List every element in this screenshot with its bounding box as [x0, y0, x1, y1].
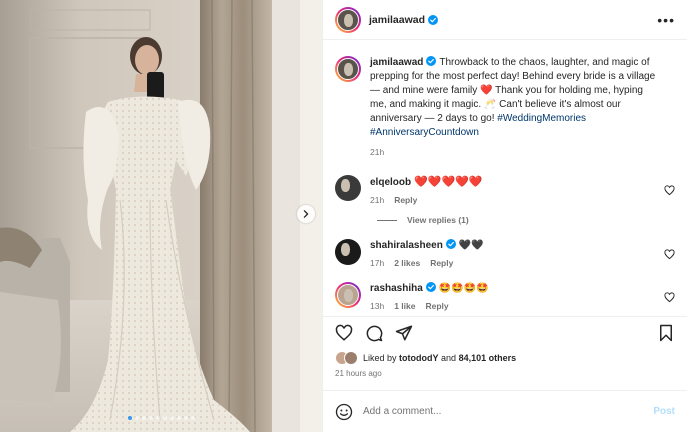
comment-input[interactable] [363, 406, 654, 417]
chevron-right-icon [303, 210, 309, 218]
liker-avatars[interactable] [335, 351, 358, 365]
comment-time: 21h [370, 195, 385, 205]
reply-button[interactable]: Reply [430, 258, 453, 268]
verified-badge-icon [426, 56, 437, 66]
next-slide-button[interactable] [297, 205, 315, 223]
comment-item: shahiralasheen 🖤🖤 17h 2 likes Reply [335, 239, 675, 268]
carousel-indicators [0, 416, 322, 420]
author-avatar[interactable] [335, 6, 361, 33]
carousel-dot [134, 416, 139, 420]
caption-time: 21h [370, 147, 385, 157]
comment-username[interactable]: shahiralasheen [370, 240, 443, 251]
carousel-dot [155, 416, 160, 420]
comment-text: 🤩🤩🤩🤩 [438, 283, 489, 294]
post-side-panel: jamilaawad ••• jamilaawad Throwback to th… [322, 0, 687, 432]
caption: jamilaawad Throwback to the chaos, laught… [335, 56, 675, 157]
more-options-icon[interactable]: ••• [657, 13, 675, 27]
verified-badge-icon [425, 282, 436, 292]
liker-username[interactable]: totododY [399, 353, 439, 363]
comment-username[interactable]: elqeloob [370, 177, 411, 188]
instagram-post: jamilaawad ••• jamilaawad Throwback to th… [0, 0, 687, 432]
comment-item: elqeloob ❤️❤️❤️❤️❤️ 21h Reply [335, 175, 675, 205]
comment-time: 17h [370, 258, 385, 268]
likes-text[interactable]: Liked by totododY and 84,101 others [363, 353, 516, 363]
carousel-dot [148, 416, 153, 420]
comment-text: 🖤🖤 [458, 240, 484, 251]
carousel-dot [176, 416, 181, 420]
post-timestamp[interactable]: 21 hours ago [323, 368, 687, 384]
comment-item: rashashiha 🤩🤩🤩🤩 13h 1 like Reply [335, 282, 675, 311]
reply-button[interactable]: Reply [394, 195, 417, 205]
bookmark-icon[interactable] [657, 324, 675, 342]
caption-text: jamilaawad Throwback to the chaos, laught… [370, 56, 657, 140]
heart-icon[interactable] [664, 292, 675, 303]
commenter-avatar[interactable] [335, 239, 361, 265]
post-comment-button[interactable]: Post [653, 406, 675, 417]
caption-username[interactable]: jamilaawad [370, 57, 423, 68]
carousel-dot [169, 416, 174, 420]
caption-avatar[interactable] [335, 56, 361, 82]
post-photo [0, 0, 322, 432]
heart-icon[interactable] [664, 249, 675, 260]
comment-text: ❤️❤️❤️❤️❤️ [414, 176, 483, 188]
share-icon[interactable] [395, 324, 413, 342]
comment-likes[interactable]: 2 likes [394, 258, 420, 268]
post-actions [323, 316, 687, 348]
reply-button[interactable]: Reply [425, 301, 448, 311]
carousel-dot [183, 416, 188, 420]
view-replies-button[interactable]: View replies (1) [377, 215, 675, 225]
emoji-icon[interactable] [335, 403, 353, 421]
carousel-dot [162, 416, 167, 420]
likes-summary: Liked by totododY and 84,101 others [323, 348, 687, 368]
comment-icon[interactable] [365, 324, 383, 342]
comment-username[interactable]: rashashiha [370, 283, 423, 294]
comment-likes[interactable]: 1 like [394, 301, 415, 311]
add-comment-bar: Post [323, 390, 687, 432]
heart-icon[interactable] [335, 324, 353, 342]
commenter-avatar[interactable] [335, 282, 361, 308]
comments-section: jamilaawad Throwback to the chaos, laught… [323, 40, 687, 316]
commenter-avatar[interactable] [335, 175, 361, 201]
verified-badge-icon [445, 239, 456, 249]
heart-icon[interactable] [664, 185, 675, 196]
author-username[interactable]: jamilaawad [369, 14, 425, 26]
comment-time: 13h [370, 301, 385, 311]
post-header: jamilaawad ••• [323, 0, 687, 40]
carousel-dot [127, 416, 132, 420]
likes-count[interactable]: 84,101 others [459, 353, 517, 363]
verified-badge-icon [428, 14, 439, 25]
post-media[interactable] [0, 0, 322, 432]
carousel-dot [190, 416, 195, 420]
carousel-dot [141, 416, 146, 420]
